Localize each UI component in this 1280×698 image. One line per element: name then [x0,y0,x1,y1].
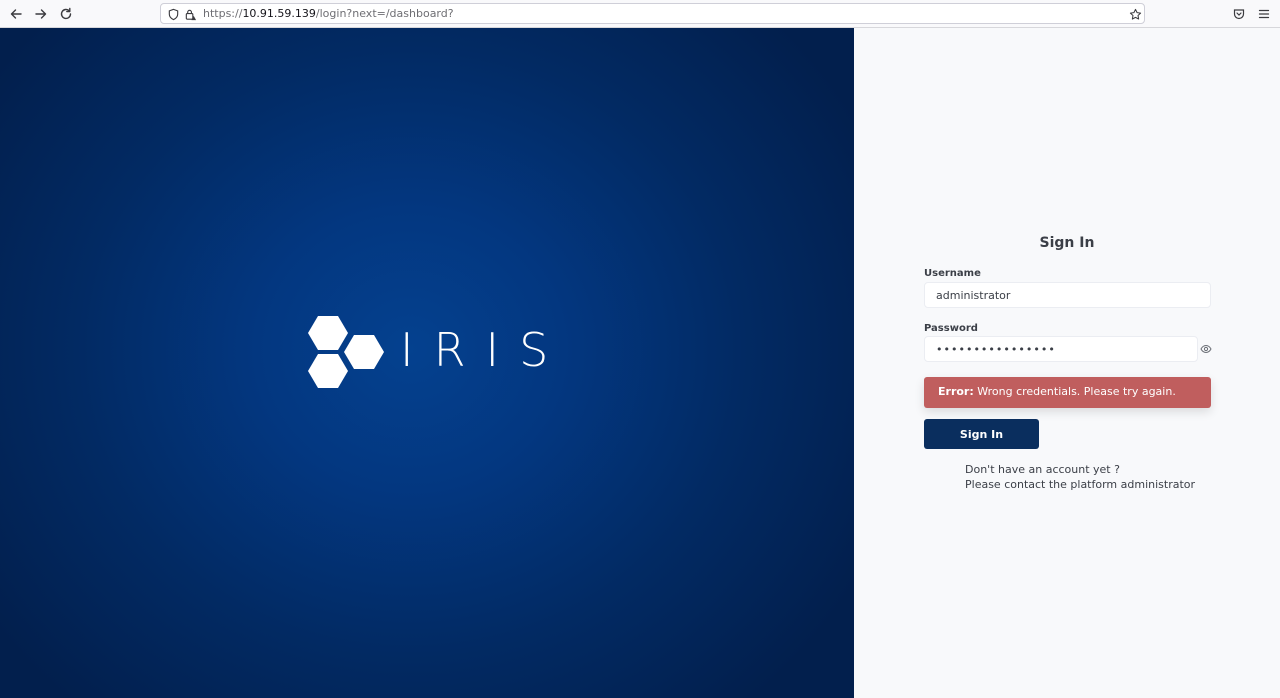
error-prefix: Error: [938,385,974,398]
show-password-eye-icon[interactable] [1200,343,1212,355]
login-panel: Sign In Username administrator Password … [854,28,1280,698]
url-host: 10.91.59.139 [242,7,316,20]
username-input[interactable]: administrator [924,282,1211,308]
bookmark-star-icon[interactable] [1128,7,1142,21]
back-icon[interactable] [7,5,25,23]
error-message: Wrong credentials. Please try again. [973,385,1176,398]
shield-icon[interactable] [166,7,180,21]
reload-icon[interactable] [57,5,75,23]
pocket-icon[interactable] [1230,5,1248,23]
password-input[interactable]: •••••••••••••••• [924,336,1198,362]
username-label: Username [924,268,981,279]
url-text[interactable]: https://10.91.59.139/login?next=/dashboa… [203,7,454,20]
error-alert: Error: Wrong credentials. Please try aga… [924,377,1211,408]
help-text-line2: Please contact the platform administrato… [965,478,1196,491]
forward-icon[interactable] [32,5,50,23]
browser-toolbar: https://10.91.59.139/login?next=/dashboa… [0,0,1280,28]
url-path: /login?next=/dashboard? [315,7,454,20]
menu-icon[interactable] [1255,5,1273,23]
iris-logo-text: IRIS [400,323,569,377]
sign-in-button[interactable]: Sign In [924,419,1039,449]
help-text-line1: Don't have an account yet ? [965,463,1120,476]
lock-warning-icon[interactable] [183,7,197,21]
password-label: Password [924,323,978,334]
address-bar[interactable]: https://10.91.59.139/login?next=/dashboa… [160,3,1145,24]
url-scheme: https:// [203,7,243,20]
iris-logo-icon [308,316,384,388]
page-title: Sign In [1039,235,1095,251]
